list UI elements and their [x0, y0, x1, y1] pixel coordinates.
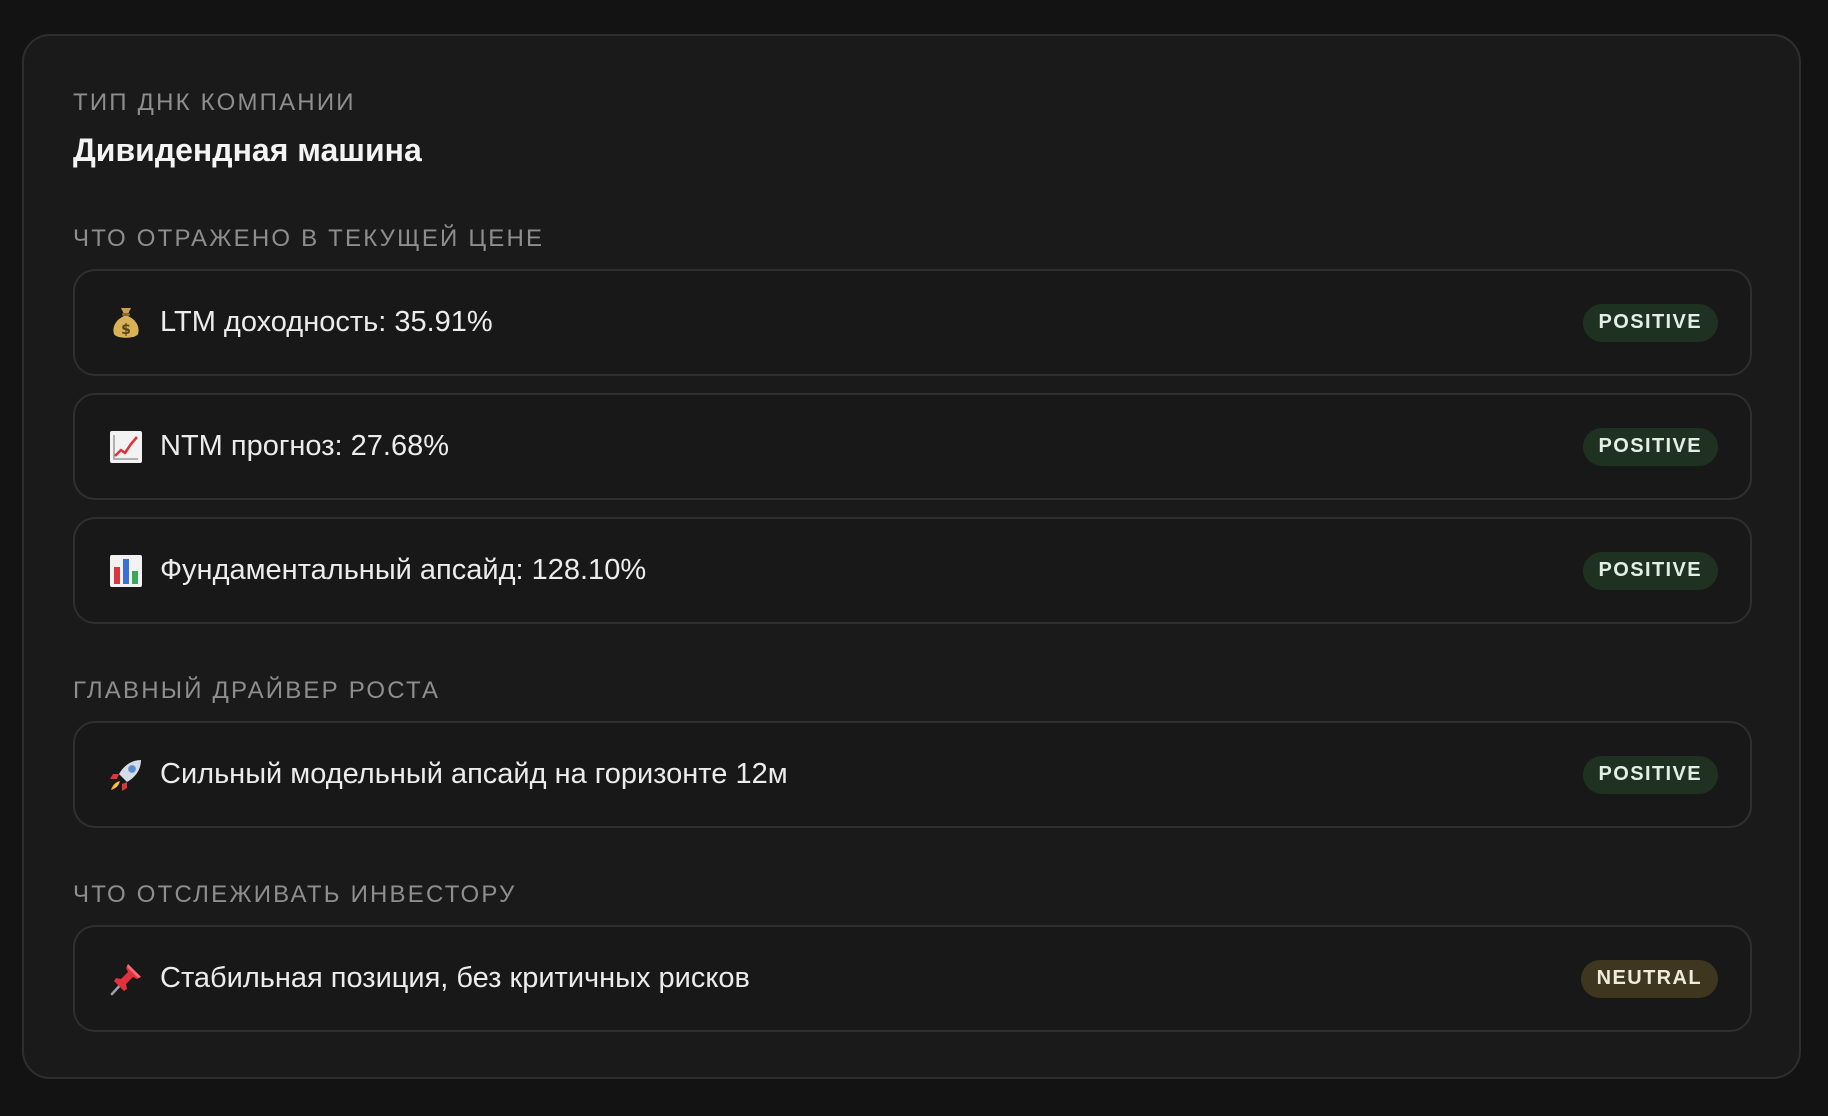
pushpin-icon: [108, 961, 144, 997]
priced-in-item-fundamental-upside: Фундаментальный апсайд: 128.10% POSITIVE: [73, 517, 1752, 624]
company-dna-card: ТИП ДНК КОМПАНИИ Дивидендная машина ЧТО …: [22, 34, 1801, 1079]
status-badge: POSITIVE: [1582, 303, 1718, 342]
investor-watch-item: Стабильная позиция, без критичных рисков…: [73, 925, 1752, 1032]
rocket-icon: [108, 757, 144, 793]
growth-driver-text: Сильный модельный апсайд на горизонте 12…: [160, 758, 788, 790]
priced-in-item-text: Фундаментальный апсайд: 128.10%: [160, 554, 647, 586]
chart-increasing-icon: [108, 429, 144, 465]
dna-type-label: ТИП ДНК КОМПАНИИ: [73, 89, 356, 116]
priced-in-item-text: NTM прогноз: 27.68%: [160, 430, 449, 462]
bar-chart-icon: [108, 553, 144, 589]
priced-in-item-ntm-forecast: NTM прогноз: 27.68% POSITIVE: [73, 393, 1752, 500]
status-badge: POSITIVE: [1582, 427, 1718, 466]
growth-driver-label: ГЛАВНЫЙ ДРАЙВЕР РОСТА: [73, 677, 441, 704]
growth-driver-item: Сильный модельный апсайд на горизонте 12…: [73, 721, 1752, 828]
priced-in-item-text: LTM доходность: 35.91%: [160, 306, 493, 338]
status-badge: POSITIVE: [1582, 755, 1718, 794]
dna-type-title: Дивидендная машина: [73, 132, 422, 168]
priced-in-label: ЧТО ОТРАЖЕНО В ТЕКУЩЕЙ ЦЕНЕ: [73, 225, 545, 252]
investor-watch-label: ЧТО ОТСЛЕЖИВАТЬ ИНВЕСТОРУ: [73, 881, 517, 908]
status-badge: POSITIVE: [1582, 551, 1718, 590]
investor-watch-text: Стабильная позиция, без критичных рисков: [160, 962, 750, 994]
priced-in-item-ltm-yield: $ LTM доходность: 35.91% POSITIVE: [73, 269, 1752, 376]
svg-text:$: $: [121, 322, 131, 338]
money-bag-icon: $: [108, 305, 144, 341]
status-badge: NEUTRAL: [1580, 959, 1718, 998]
